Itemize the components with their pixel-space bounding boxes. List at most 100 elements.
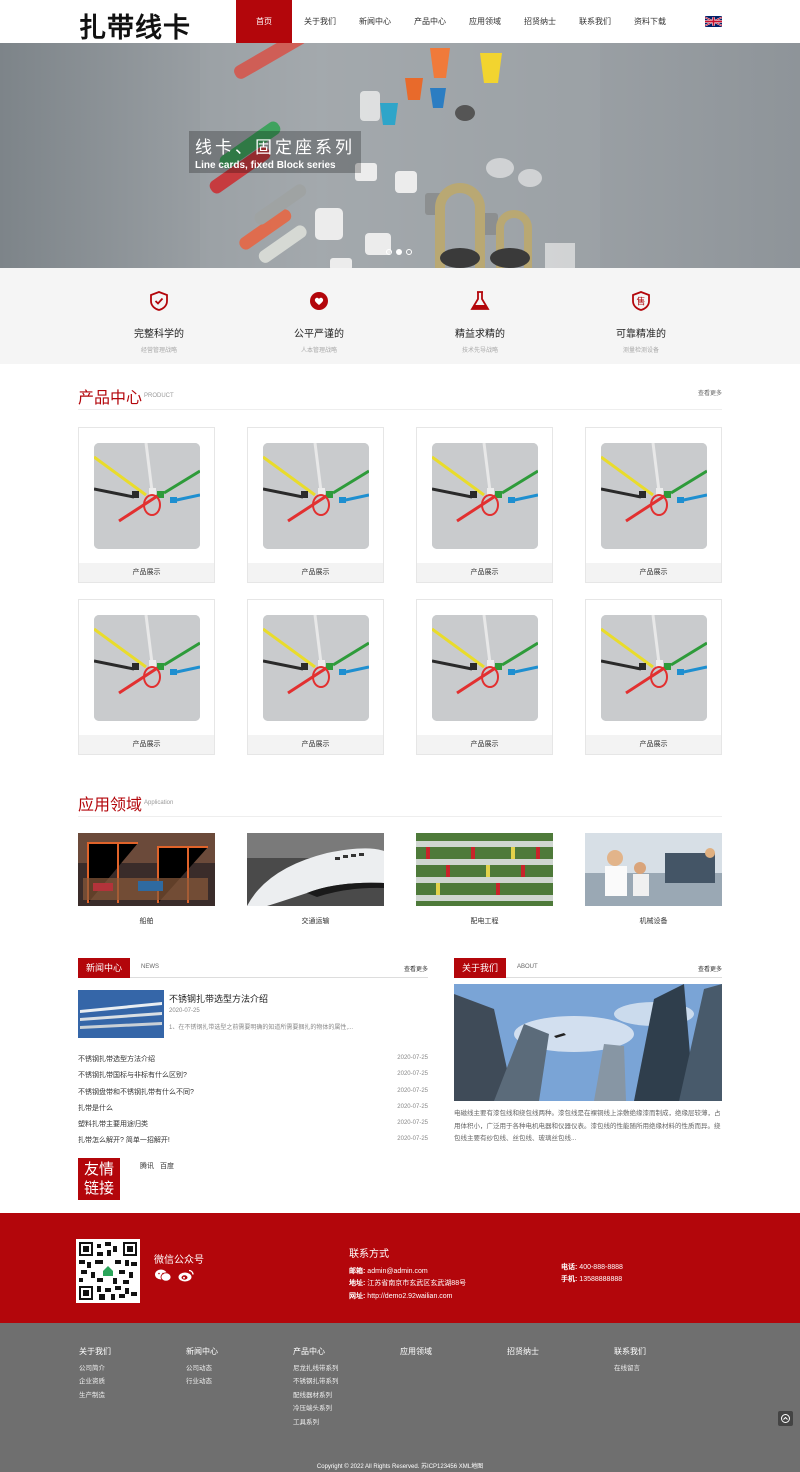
- weibo-icon[interactable]: [178, 1269, 194, 1284]
- application-card[interactable]: 配电工程: [416, 833, 553, 926]
- feature-subtitle: 经营管理战略: [140, 348, 177, 354]
- nav-about[interactable]: 关于我们: [292, 0, 348, 43]
- products-heading: 产品中心 PRODUCT 查看更多: [78, 374, 722, 410]
- footer-link[interactable]: 企业资质: [79, 1375, 111, 1389]
- product-card[interactable]: 产品展示: [585, 427, 722, 583]
- product-card[interactable]: 产品展示: [416, 427, 553, 583]
- applications-section: 应用领域 Application 船舶 交通运输 配电工程 机械设备: [78, 781, 722, 926]
- news-heading: 新闻中心 NEWS 查看更多: [78, 958, 428, 978]
- news-list-item[interactable]: 不锈钢扎带国标与非标有什么区别? 2020-07-25: [78, 1070, 428, 1086]
- news-item-date: 2020-07-25: [397, 1087, 428, 1094]
- product-caption: 产品展示: [586, 563, 721, 582]
- news-item-title[interactable]: 不锈钢盘带和不锈钢扎带有什么不同?: [78, 1089, 194, 1096]
- news-item-date: 2020-07-25: [397, 1055, 428, 1061]
- footer-column-title[interactable]: 关于我们: [79, 1346, 111, 1357]
- application-title: 机械设备: [639, 918, 668, 925]
- nav-careers[interactable]: 招贤纳士: [512, 0, 568, 43]
- footer-column-title[interactable]: 新闻中心: [186, 1346, 218, 1357]
- footer-column: 应用领域: [400, 1346, 432, 1362]
- feature-subtitle: 测量检测设备: [622, 348, 659, 354]
- product-card[interactable]: 产品展示: [78, 427, 215, 583]
- email-value[interactable]: admin@admin.com: [367, 1268, 427, 1275]
- news-list-item[interactable]: 不锈钢盘带和不锈钢扎带有什么不同? 2020-07-25: [78, 1087, 428, 1103]
- friend-link-tencent[interactable]: 腾讯: [140, 1161, 154, 1171]
- footer-column: 招贤纳士: [507, 1346, 539, 1362]
- slider-dot-2-active[interactable]: [396, 249, 402, 255]
- news-item-title[interactable]: 扎带是什么: [78, 1105, 113, 1112]
- feature-1: 完整科学的 经营管理战略: [79, 290, 239, 354]
- cable-tie-image: [432, 443, 538, 549]
- application-card[interactable]: 船舶: [78, 833, 215, 926]
- footer-link[interactable]: 不锈钢扎带系列: [293, 1375, 339, 1389]
- product-card[interactable]: 产品展示: [78, 599, 215, 755]
- nav-applications[interactable]: 应用领域: [458, 0, 512, 43]
- news-list-item[interactable]: 塑料扎带主要用途归类 2020-07-25: [78, 1119, 428, 1135]
- address-label: 地址:: [349, 1280, 366, 1288]
- news-list-item[interactable]: 扎带是什么 2020-07-25: [78, 1103, 428, 1119]
- contact-info: 联系方式 邮箱: admin@admin.com 地址: 江苏省南京市玄武区玄武…: [349, 1245, 466, 1304]
- nav-news[interactable]: 新闻中心: [348, 0, 402, 43]
- product-grid: 产品展示 产品展示 产品展示 产品展示 产品展示 产品展示 产品展示 产品展示: [78, 427, 722, 755]
- product-card[interactable]: 产品展示: [585, 599, 722, 755]
- news-item-title[interactable]: 扎带怎么解开? 简单一招解开!: [78, 1137, 170, 1144]
- footer-column-title[interactable]: 联系我们: [614, 1346, 646, 1357]
- slider-dot-3[interactable]: [406, 249, 412, 255]
- product-card[interactable]: 产品展示: [416, 599, 553, 755]
- uk-flag-icon[interactable]: [705, 16, 722, 27]
- news-list-item[interactable]: 不锈钢扎带选型方法介绍 2020-07-25: [78, 1054, 428, 1070]
- footer-link[interactable]: 生产制造: [79, 1389, 111, 1403]
- nav-contact[interactable]: 联系我们: [568, 0, 622, 43]
- nav-products[interactable]: 产品中心: [402, 0, 458, 43]
- site-header: 扎带线卡 首页 关于我们 新闻中心 产品中心 应用领域 招贤纳士 联系我们 资料…: [0, 0, 800, 45]
- airplane-image: [247, 833, 384, 906]
- footer-column-title[interactable]: 招贤纳士: [507, 1346, 539, 1357]
- news-title[interactable]: 新闻中心: [78, 958, 131, 978]
- product-caption: 产品展示: [586, 735, 721, 754]
- footer-column-title[interactable]: 产品中心: [293, 1346, 339, 1357]
- application-card[interactable]: 机械设备: [585, 833, 722, 926]
- footer-link[interactable]: 工具系列: [293, 1416, 339, 1430]
- footer-link[interactable]: 在线留言: [614, 1362, 646, 1376]
- product-caption: 产品展示: [79, 735, 214, 754]
- feature-subtitle: 人本管理战略: [300, 348, 337, 354]
- footer-link[interactable]: 公司动态: [186, 1362, 218, 1376]
- news-item-title[interactable]: 塑料扎带主要用途归类: [78, 1121, 148, 1128]
- footer-link[interactable]: 冷压端头系列: [293, 1402, 339, 1416]
- news-item-title[interactable]: 不锈钢扎带选型方法介绍: [78, 1056, 155, 1063]
- footer-link[interactable]: 尼龙扎线带系列: [293, 1362, 339, 1376]
- about-title[interactable]: 关于我们: [454, 958, 507, 978]
- feature-title: 可靠精准的: [616, 329, 666, 340]
- svg-text:售: 售: [636, 296, 645, 308]
- machinery-workers-image: [585, 833, 722, 906]
- products-more-link[interactable]: 查看更多: [698, 388, 722, 397]
- news-item-title[interactable]: 不锈钢扎带国标与非标有什么区别?: [78, 1072, 187, 1079]
- site-logo[interactable]: 扎带线卡: [79, 6, 191, 45]
- hero-banner[interactable]: 线卡、固定座系列 Line cards, fixed Block series: [0, 43, 800, 268]
- friend-link-baidu[interactable]: 百度: [160, 1161, 174, 1171]
- back-to-top-button[interactable]: [778, 1410, 793, 1426]
- wechat-icon[interactable]: [155, 1269, 172, 1284]
- product-card[interactable]: 产品展示: [247, 427, 384, 583]
- nav-downloads[interactable]: 资料下载: [622, 0, 678, 43]
- news-more-link[interactable]: 查看更多: [404, 964, 428, 973]
- news-about-section: 新闻中心 NEWS 查看更多 不锈钢扎带选型方法介绍 2020-07-25 1、…: [78, 958, 722, 1213]
- footer-column: 产品中心尼龙扎线带系列 不锈钢扎带系列 配线器材系列 冷压端头系列 工具系列: [293, 1346, 339, 1430]
- ship-port-image: [78, 833, 215, 906]
- website-value[interactable]: http://demo2.92wailian.com: [367, 1293, 452, 1300]
- news-item-date: 2020-07-25: [397, 1071, 428, 1078]
- footer-link[interactable]: 行业动态: [186, 1375, 218, 1389]
- about-more-link[interactable]: 查看更多: [698, 964, 722, 973]
- featured-news-title[interactable]: 不锈钢扎带选型方法介绍: [169, 992, 268, 1005]
- featured-news[interactable]: 不锈钢扎带选型方法介绍 2020-07-25 1、在不锈钢扎带选型之前需要明确的…: [78, 990, 428, 1045]
- product-caption: 产品展示: [417, 735, 552, 754]
- footer-link[interactable]: 公司简介: [79, 1362, 111, 1376]
- applications-title-en: Application: [144, 800, 174, 806]
- footer-link[interactable]: 配线器材系列: [293, 1389, 339, 1403]
- application-card[interactable]: 交通运输: [247, 833, 384, 926]
- nav-home[interactable]: 首页: [236, 0, 292, 43]
- news-list-item[interactable]: 扎带怎么解开? 简单一招解开! 2020-07-25: [78, 1135, 428, 1151]
- slider-dot-1[interactable]: [386, 249, 392, 255]
- tel-label: 电话:: [561, 1263, 578, 1271]
- footer-column-title[interactable]: 应用领域: [400, 1346, 432, 1357]
- product-card[interactable]: 产品展示: [247, 599, 384, 755]
